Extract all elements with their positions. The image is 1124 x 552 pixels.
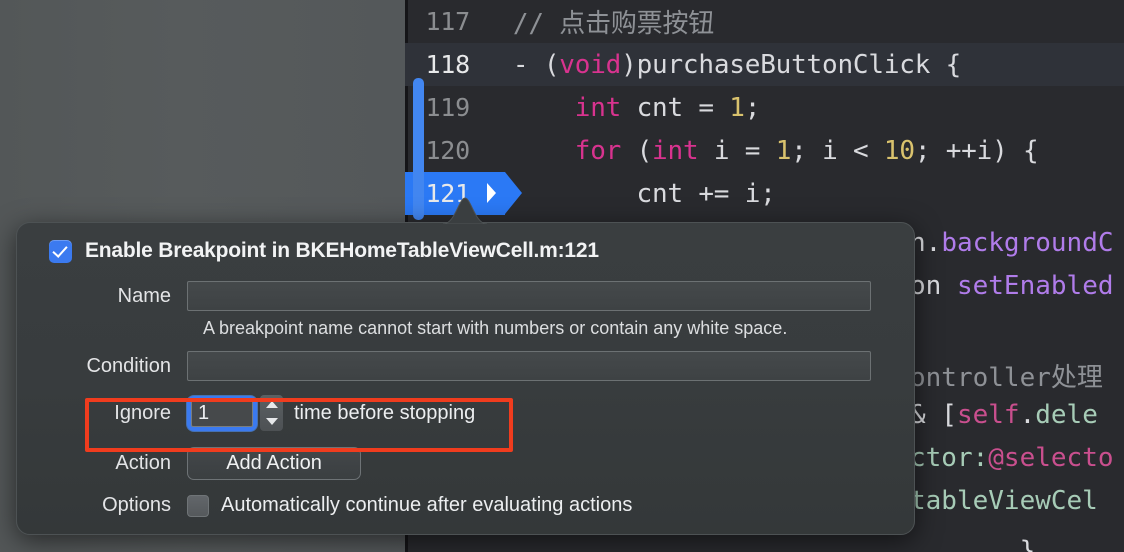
token: tableViewCel — [910, 486, 1098, 516]
action-label: Action — [115, 452, 171, 474]
condition-row: Condition — [17, 351, 914, 381]
token: @selecto — [988, 443, 1114, 473]
line-number: 118 — [425, 50, 470, 79]
name-input[interactable] — [187, 281, 871, 311]
code-line-121[interactable]: 121 cnt += i; — [405, 172, 1124, 215]
options-label: Options — [102, 494, 171, 516]
code-text: cnt += i; — [482, 179, 776, 209]
ignore-count-stepper[interactable] — [260, 395, 283, 431]
code-fragment: } — [910, 536, 1036, 552]
token: ; i < — [791, 135, 884, 166]
name-hint-text: A breakpoint name cannot start with numb… — [203, 318, 788, 338]
token: 10 — [883, 135, 915, 166]
token: i = — [698, 135, 776, 166]
ignore-count-focus-ring — [187, 395, 257, 431]
ignore-row: Ignore time before stopping — [17, 395, 914, 431]
token: ontroller处理 — [910, 363, 1103, 393]
token: cnt = — [621, 92, 730, 123]
code-fragment: on setEnabled — [910, 271, 1114, 301]
code-line-119[interactable]: 119 int cnt = 1; — [405, 86, 1124, 129]
token: on — [910, 271, 957, 301]
name-row: Name — [17, 281, 914, 311]
ignore-suffix-label: time before stopping — [294, 401, 476, 424]
token: . — [1019, 400, 1036, 430]
enable-breakpoint-checkbox[interactable] — [49, 239, 72, 263]
token: self — [956, 400, 1020, 430]
scope-indicator-bar — [413, 78, 424, 220]
token: ( — [621, 135, 653, 166]
code-text: for (int i = 1; i < 10; ++i) { — [482, 135, 1039, 166]
code-text: // 点击购票按钮 — [482, 3, 714, 40]
token: 1 — [775, 135, 792, 166]
token: & [ — [910, 400, 957, 430]
name-label: Name — [117, 284, 171, 307]
token: void — [559, 49, 622, 80]
token: ctor: — [910, 443, 989, 473]
code-line-117[interactable]: 117 // 点击购票按钮 — [405, 0, 1124, 43]
popover-title: Enable Breakpoint in BKEHomeTableViewCel… — [85, 239, 599, 262]
auto-continue-label: Automatically continue after evaluating … — [221, 494, 633, 516]
token: int — [652, 135, 699, 166]
token: } — [910, 536, 1036, 552]
token: dele — [1035, 400, 1098, 430]
token: int — [574, 92, 622, 123]
code-text: int cnt = 1; — [482, 92, 761, 123]
ignore-count-input[interactable] — [191, 399, 253, 427]
token: 1 — [729, 92, 745, 123]
auto-continue-checkbox[interactable] — [187, 494, 209, 517]
code-text: - (void)purchaseButtonClick { — [482, 50, 961, 80]
code-fragment: ctor:@selecto — [910, 443, 1114, 473]
token: // 点击购票按钮 — [512, 9, 715, 39]
token: setEnabled — [956, 271, 1114, 301]
breakpoint-chevron-icon — [487, 183, 496, 203]
breakpoint-edit-popover: Enable Breakpoint in BKEHomeTableViewCel… — [16, 222, 915, 535]
code-fragment: ontroller处理 — [910, 357, 1103, 394]
token: ; ++i) { — [914, 135, 1039, 166]
popover-arrow-icon — [443, 197, 487, 224]
token: for — [574, 135, 622, 166]
code-line-120[interactable]: 120 for (int i = 1; i < 10; ++i) { — [405, 129, 1124, 172]
options-row: Options Automatically continue after eva… — [17, 494, 914, 517]
line-number: 117 — [425, 7, 470, 36]
condition-label: Condition — [86, 354, 171, 377]
popover-header: Enable Breakpoint in BKEHomeTableViewCel… — [17, 223, 914, 263]
token: ; — [744, 92, 761, 123]
code-fragment: & [self.dele — [910, 400, 1098, 430]
token: cnt += i; — [482, 178, 776, 209]
add-action-button[interactable]: Add Action — [187, 447, 361, 480]
token: backgroundC — [941, 228, 1114, 258]
token: )purchaseButtonClick { — [621, 49, 962, 80]
screen: 117 // 点击购票按钮 118 - (void)purchaseButtonC… — [0, 0, 1124, 552]
code-line-118[interactable]: 118 - (void)purchaseButtonClick { — [405, 43, 1124, 86]
code-fragment: tableViewCel — [910, 486, 1098, 516]
token: - ( — [482, 49, 560, 80]
action-row: Action Add Action — [17, 447, 914, 480]
code-fragment: n.backgroundC — [910, 228, 1114, 258]
ignore-label: Ignore — [114, 401, 171, 424]
condition-input[interactable] — [187, 351, 871, 381]
code-lines: 117 // 点击购票按钮 118 - (void)purchaseButtonC… — [405, 0, 1124, 258]
